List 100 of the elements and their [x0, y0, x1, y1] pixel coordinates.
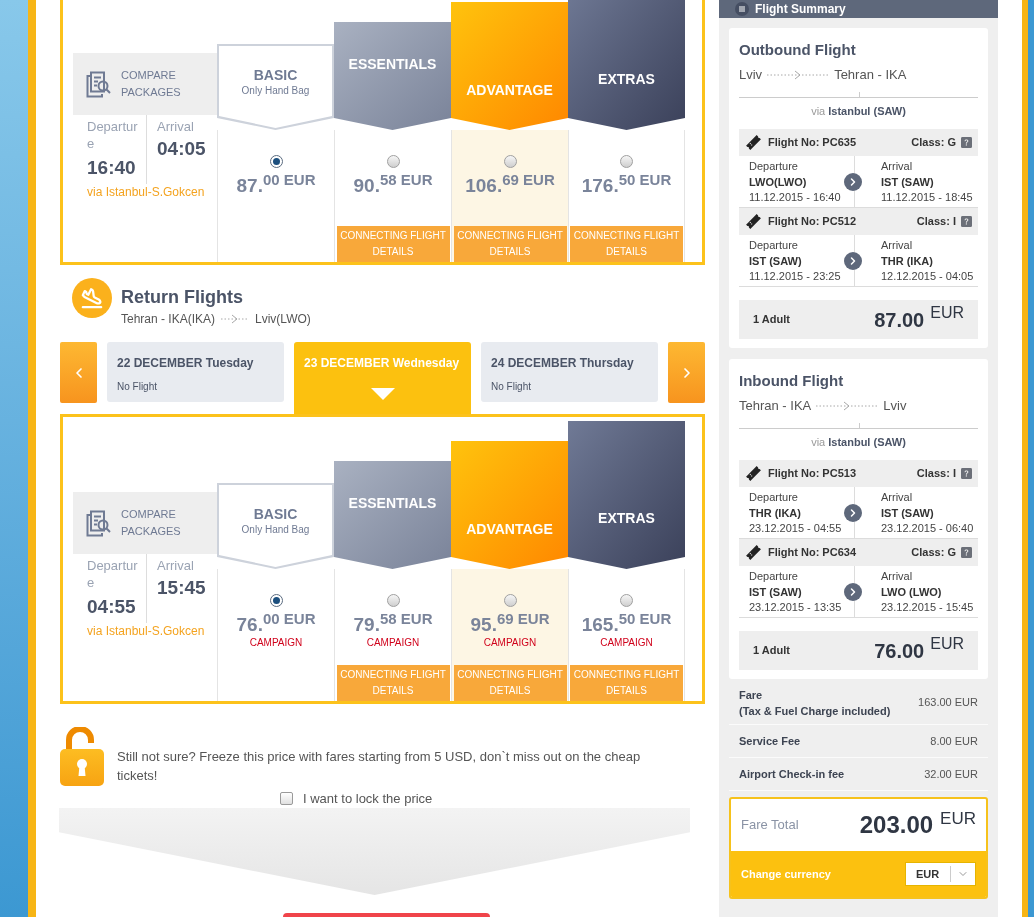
price-amount: 87.00 — [874, 307, 925, 332]
arrival-label: Arrival — [157, 557, 195, 574]
price-currency: EUR — [930, 635, 964, 653]
radio-button[interactable] — [386, 594, 400, 607]
campaign-label: CAMPAIGN — [366, 637, 420, 649]
connecting-flight-details-button[interactable]: CONNECTING FLIGHT DETAILS — [336, 226, 450, 262]
package-note: Only Hand Bag — [241, 84, 310, 98]
help-icon[interactable] — [961, 547, 972, 558]
radio-button[interactable] — [269, 594, 283, 607]
fee-amount: 8.00 EUR — [930, 733, 978, 749]
radio-button[interactable] — [503, 594, 517, 607]
departure-time: 11.12.2015 - 16:40 — [749, 190, 842, 205]
help-icon[interactable] — [961, 137, 972, 148]
package-name: ADVANTAGE — [466, 520, 553, 538]
flight-number: Flight No: PC512 — [768, 214, 856, 230]
date-tab[interactable]: 23 DECEMBER Wednesday — [294, 342, 471, 414]
booking-class: Class: I — [916, 466, 956, 482]
radio-button[interactable] — [269, 155, 283, 168]
booking-class: Class: G — [911, 545, 956, 561]
campaign-label: CAMPAIGN — [600, 637, 653, 649]
help-icon[interactable] — [961, 216, 972, 227]
chevron-right-icon — [844, 252, 862, 270]
route-destination: Tehran - IKA — [834, 66, 907, 84]
arrival-time: 12.12.2015 - 04:05 — [881, 269, 974, 284]
package-name: EXTRAS — [598, 70, 655, 88]
booking-class: Class: I — [916, 214, 956, 230]
via-text: via Istanbul (SAW) — [810, 435, 907, 450]
package-name: BASIC — [253, 505, 298, 523]
departure-airport: IST (SAW) — [749, 254, 803, 269]
fare-total-label: Fare Total — [741, 816, 799, 835]
radio-button[interactable] — [386, 155, 400, 168]
arrival-airport: IST (SAW) — [881, 506, 935, 521]
document-search-icon — [86, 70, 111, 98]
departure-airport: LWO(LWO) — [749, 175, 808, 190]
price-lock-message: Still not sure? Freeze this price with fares starting from 5 USD, don`t miss out on the cheap tickets! — [117, 748, 642, 785]
flight-card-title: Outbound Flight — [739, 40, 857, 60]
document-search-icon — [86, 509, 111, 537]
price-amount: 76.00 — [874, 638, 925, 663]
package-name: EXTRAS — [598, 509, 655, 527]
change-currency-label: Change currency — [741, 866, 831, 882]
departure-label: Departure — [749, 490, 799, 505]
campaign-label: CAMPAIGN — [249, 637, 303, 649]
route-origin: Tehran - IKA — [739, 397, 812, 415]
flight-number: Flight No: PC635 — [768, 135, 856, 151]
departure-airport: IST (SAW) — [749, 585, 803, 600]
padlock-icon — [60, 727, 104, 786]
package-price: 106.$^{69 EUR}$ — [465, 174, 555, 198]
campaign-label: CAMPAIGN — [483, 637, 537, 649]
radio-button[interactable] — [620, 155, 633, 168]
list-icon — [735, 2, 749, 16]
compare-packages-button[interactable]: COMPARE PACKAGES — [73, 492, 217, 554]
departure-label: Departure — [749, 569, 799, 584]
package-price: 95.$^{69 EUR}$ — [470, 613, 550, 637]
summary-title: Flight Summary — [755, 1, 846, 17]
connecting-flight-details-button[interactable]: CONNECTING FLIGHT DETAILS — [570, 226, 683, 262]
compare-packages-button[interactable]: COMPARE PACKAGES — [73, 53, 217, 115]
arrival-airport: IST (SAW) — [881, 175, 935, 190]
ticket-icon — [745, 213, 762, 230]
fee-label: Service Fee — [739, 734, 801, 749]
arrival-time: 23.12.2015 - 06:40 — [881, 521, 974, 536]
currency-select[interactable]: EUR — [905, 862, 976, 886]
ticket-icon — [745, 465, 762, 482]
date-tab[interactable]: 24 DECEMBER Thursday No Flight — [481, 342, 658, 402]
radio-button[interactable] — [503, 155, 517, 168]
departure-label: Departure — [87, 118, 139, 152]
date-tab[interactable]: 22 DECEMBER Tuesday No Flight — [107, 342, 284, 402]
connecting-flight-details-button[interactable]: CONNECTING FLIGHT DETAILS — [336, 665, 450, 701]
departure-label: Departure — [749, 159, 799, 174]
price-currency: EUR — [930, 304, 964, 322]
fare-total-amount: 203.00 — [859, 811, 934, 839]
arrival-time: 23.12.2015 - 15:45 — [881, 600, 974, 615]
fee-amount: 32.00 EUR — [924, 766, 978, 782]
passenger-count: 1 Adult — [753, 312, 790, 328]
departure-time: 16:40 — [87, 156, 137, 180]
departure-time: 23.12.2015 - 04:55 — [749, 521, 843, 536]
next-day-button[interactable] — [668, 342, 705, 403]
connecting-flight-details-button[interactable]: CONNECTING FLIGHT DETAILS — [453, 665, 567, 701]
chevron-right-icon — [844, 173, 862, 191]
arrival-label: Arrival — [881, 238, 914, 253]
package-price: 90.$^{58 EUR}$ — [353, 174, 433, 198]
arrival-label: Arrival — [157, 118, 195, 135]
package-price: 76.$^{00 EUR}$ — [236, 613, 316, 637]
via-text: via Istanbul (SAW) — [810, 104, 907, 119]
chevron-right-icon — [844, 504, 862, 522]
arrival-airport: THR (IKA) — [881, 254, 934, 269]
connecting-flight-details-button[interactable]: CONNECTING FLIGHT DETAILS — [570, 665, 683, 701]
connecting-flight-details-button[interactable]: CONNECTING FLIGHT DETAILS — [453, 226, 567, 262]
fee-note: (Tax & Fuel Charge included) — [739, 703, 891, 719]
radio-button[interactable] — [620, 594, 633, 607]
arrival-time: 11.12.2015 - 18:45 — [881, 190, 973, 205]
departure-label: Departure — [87, 557, 139, 591]
arrival-label: Arrival — [881, 569, 914, 584]
departure-airport: THR (IKA) — [749, 506, 802, 521]
checkbox[interactable] — [280, 792, 293, 805]
plane-landing-icon — [72, 278, 112, 318]
via-text: via Istanbul-S.Gokcen — [86, 184, 206, 200]
arrival-label: Arrival — [881, 159, 914, 174]
help-icon[interactable] — [961, 468, 972, 479]
previous-day-button[interactable] — [60, 342, 97, 403]
arrival-time: 04:05 — [157, 137, 206, 161]
